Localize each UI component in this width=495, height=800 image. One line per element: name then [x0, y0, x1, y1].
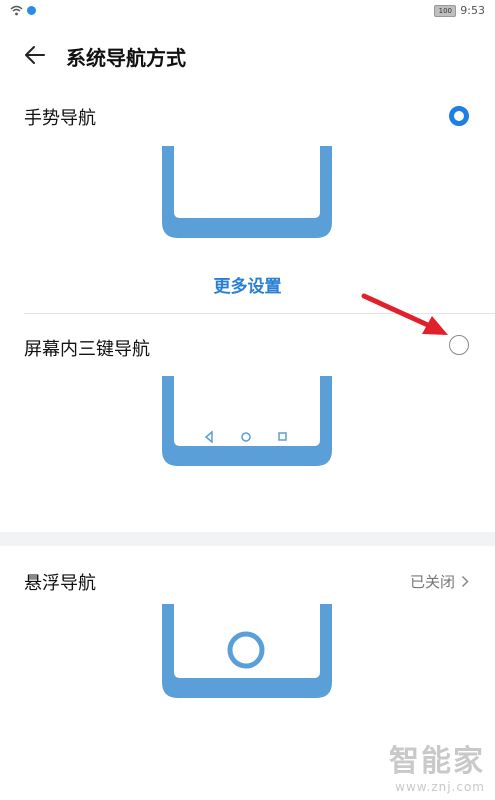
three-key-nav-label: 屏幕内三键导航	[24, 339, 150, 360]
wifi-icon	[10, 5, 23, 16]
chevron-right-icon	[461, 575, 469, 588]
floating-nav-label: 悬浮导航	[24, 573, 96, 594]
notification-dot-icon	[27, 6, 36, 15]
phone-illustration-gesture	[162, 146, 332, 238]
back-arrow-icon[interactable]	[22, 42, 48, 68]
gesture-nav-preview	[162, 146, 332, 240]
three-key-nav-preview	[162, 376, 332, 468]
section-separator	[0, 532, 495, 546]
phone-illustration-floating	[162, 604, 332, 698]
red-arrow-annotation-icon	[361, 293, 448, 335]
status-left	[10, 5, 36, 16]
gesture-nav-radio[interactable]	[449, 106, 469, 126]
watermark-logo: 智能家	[389, 744, 485, 779]
status-right: 100 9:53	[434, 4, 485, 17]
phone-illustration-three-key	[162, 376, 332, 466]
battery-icon: 100	[434, 4, 457, 17]
status-time: 9:53	[460, 4, 485, 17]
watermark: 智能家 www.znj.com	[389, 736, 485, 794]
gesture-nav-label: 手势导航	[24, 108, 96, 129]
floating-nav-status-text: 已关闭	[409, 573, 455, 591]
page-title: 系统导航方式	[66, 46, 186, 70]
status-bar: 100 9:53	[0, 0, 495, 24]
watermark-url: www.znj.com	[395, 780, 485, 794]
floating-nav-preview	[162, 604, 332, 700]
header: 系统导航方式	[0, 30, 495, 78]
floating-nav-status[interactable]: 已关闭	[410, 571, 469, 592]
